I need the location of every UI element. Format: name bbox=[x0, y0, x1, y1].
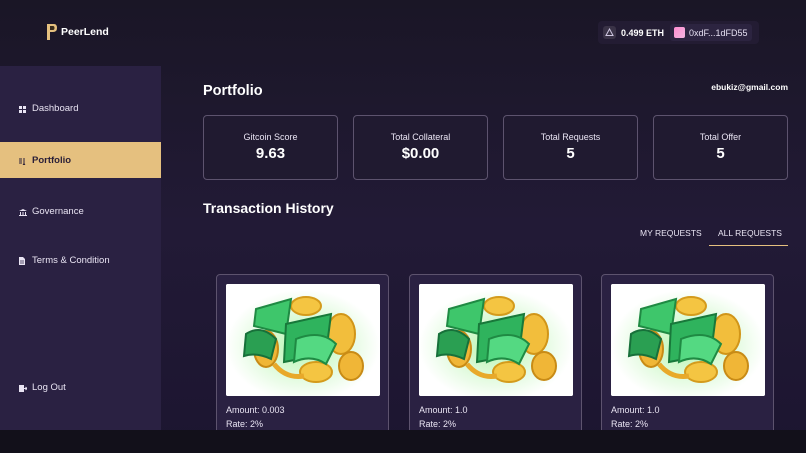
coins-image bbox=[611, 284, 765, 396]
peerlend-logo-icon bbox=[46, 23, 57, 41]
main-content: Portfolio ebukiz@gmail.com Gitcoin Score… bbox=[161, 66, 806, 444]
stat-value: 5 bbox=[566, 145, 575, 162]
transaction-rate: Rate: 2% bbox=[226, 419, 264, 429]
portfolio-icon bbox=[19, 157, 26, 166]
sidebar: Dashboard Portfolio Governance Terms & C… bbox=[0, 66, 161, 430]
sidebar-item-logout[interactable]: Log Out bbox=[0, 369, 161, 405]
stat-card-gitcoin-score: Gitcoin Score 9.63 bbox=[203, 115, 338, 180]
stat-value: $0.00 bbox=[401, 145, 440, 162]
avatar bbox=[674, 27, 686, 38]
app-window: PeerLend 0.499 ETH 0xdF...1dFD55 Dashboa… bbox=[0, 0, 806, 453]
section-title: Transaction History bbox=[203, 200, 334, 216]
stat-label: Total Collateral bbox=[390, 132, 451, 142]
sidebar-item-label: Portfolio bbox=[32, 154, 72, 166]
transaction-amount: Amount: 1.0 bbox=[611, 405, 660, 415]
top-bar: PeerLend 0.499 ETH 0xdF...1dFD55 bbox=[0, 0, 806, 66]
sidebar-item-terms[interactable]: Terms & Condition bbox=[0, 242, 161, 278]
transaction-amount: Amount: 0.003 bbox=[226, 405, 285, 415]
wallet-address-button[interactable]: 0xdF...1dFD55 bbox=[670, 24, 752, 41]
sidebar-item-dashboard[interactable]: Dashboard bbox=[0, 90, 161, 126]
dashboard-icon bbox=[19, 105, 26, 113]
stat-value: 9.63 bbox=[255, 145, 286, 162]
logout-icon bbox=[19, 384, 28, 392]
stat-card-total-collateral: Total Collateral $0.00 bbox=[353, 115, 488, 180]
governance-icon bbox=[19, 208, 27, 216]
transaction-rate: Rate: 2% bbox=[419, 419, 457, 429]
sidebar-item-label: Dashboard bbox=[32, 102, 79, 114]
coins-image bbox=[419, 284, 573, 396]
tab-all-requests[interactable]: ALL REQUESTS bbox=[709, 228, 788, 246]
page-title: Portfolio bbox=[203, 83, 263, 99]
app-logo[interactable]: PeerLend bbox=[46, 23, 109, 41]
wallet-widget[interactable]: 0.499 ETH 0xdF...1dFD55 bbox=[598, 21, 759, 44]
eth-balance[interactable]: 0.499 ETH bbox=[603, 26, 664, 39]
stat-label: Gitcoin Score bbox=[243, 132, 298, 142]
document-icon bbox=[19, 256, 26, 265]
stat-label: Total Offer bbox=[699, 132, 742, 142]
sidebar-item-portfolio[interactable]: Portfolio bbox=[0, 142, 161, 178]
sidebar-item-label: Governance bbox=[32, 205, 84, 217]
sidebar-item-label: Log Out bbox=[32, 381, 66, 393]
wallet-address: 0xdF...1dFD55 bbox=[689, 27, 748, 38]
transaction-amount: Amount: 1.0 bbox=[419, 405, 468, 415]
transaction-card[interactable]: Amount: 0.003 Rate: 2% bbox=[216, 274, 389, 444]
stat-card-total-offer: Total Offer 5 bbox=[653, 115, 788, 180]
transaction-card[interactable]: Amount: 1.0 Rate: 2% bbox=[601, 274, 774, 444]
sidebar-item-governance[interactable]: Governance bbox=[0, 193, 161, 229]
window-bottom-edge bbox=[0, 430, 806, 453]
sidebar-item-label: Terms & Condition bbox=[32, 254, 110, 266]
tab-my-requests[interactable]: MY REQUESTS bbox=[640, 228, 702, 246]
coins-image bbox=[226, 284, 380, 396]
balance-text: 0.499 ETH bbox=[621, 27, 665, 38]
app-name: PeerLend bbox=[61, 26, 109, 38]
network-icon bbox=[603, 26, 616, 39]
user-email: ebukiz@gmail.com bbox=[711, 82, 788, 92]
stat-label: Total Requests bbox=[540, 132, 601, 142]
stat-value: 5 bbox=[716, 145, 725, 162]
transaction-card[interactable]: Amount: 1.0 Rate: 2% bbox=[409, 274, 582, 444]
stat-card-total-requests: Total Requests 5 bbox=[503, 115, 638, 180]
transaction-rate: Rate: 2% bbox=[611, 419, 649, 429]
